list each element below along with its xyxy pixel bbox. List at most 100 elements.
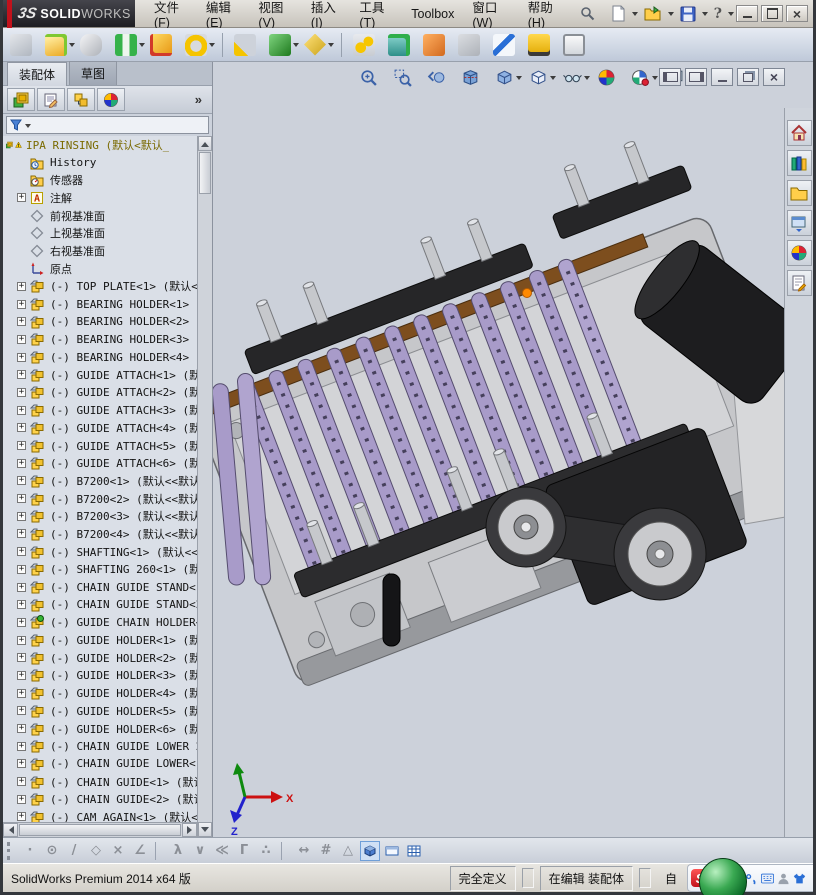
dock-right-child-button[interactable] <box>685 68 707 86</box>
assembly-features-icon[interactable] <box>268 33 302 57</box>
tree-item[interactable]: (-) BEARING HOLDER<1> ( <box>3 295 197 313</box>
expand-toggle[interactable] <box>17 617 26 627</box>
appearances-tab[interactable] <box>786 240 812 266</box>
tree-item[interactable]: (-) CHAIN GUIDE<2> (默认 <box>3 790 197 808</box>
interference-detection-icon[interactable] <box>527 33 561 57</box>
expand-toggle[interactable] <box>17 564 26 574</box>
exploded-view-icon[interactable] <box>422 33 456 57</box>
design-library-tab[interactable] <box>786 150 812 176</box>
open-document-icon[interactable] <box>642 5 664 22</box>
tree-item[interactable]: (-) GUIDE HOLDER<3> (默 <box>3 667 197 685</box>
expand-toggle[interactable] <box>17 812 26 822</box>
tree-horizontal-scrollbar[interactable] <box>3 822 197 837</box>
tree-item[interactable]: A 注解 <box>3 189 197 207</box>
view-orientation-icon[interactable] <box>494 67 525 88</box>
construction-points-tool-icon[interactable]: ∴ <box>256 841 276 861</box>
tree-item[interactable]: (-) B7200<1> (默认<<默认 <box>3 472 197 490</box>
tree-item[interactable]: (-) GUIDE ATTACH<1> (默 <box>3 366 197 384</box>
expand-toggle[interactable] <box>17 281 26 291</box>
expand-toggle[interactable] <box>17 334 26 344</box>
tree-item[interactable]: (-) CHAIN GUIDE LOWER 2 <box>3 737 197 755</box>
offset-tool-icon[interactable]: ≪ <box>212 841 232 861</box>
expand-toggle[interactable] <box>17 370 26 380</box>
tree-item[interactable]: 前视基准面 <box>3 207 197 225</box>
expand-toggle[interactable] <box>17 759 26 769</box>
show-hidden-components-icon[interactable] <box>387 33 421 57</box>
account-icon[interactable] <box>777 872 790 885</box>
expand-toggle[interactable] <box>17 317 26 327</box>
tree-item[interactable]: (-) TOP PLATE<1> (默认< <box>3 278 197 296</box>
tree-item[interactable]: 上视基准面 <box>3 224 197 242</box>
menu-item[interactable]: Toolbox <box>402 7 463 21</box>
tree-item[interactable]: (-) SHAFTING 260<1> (默 <box>3 561 197 579</box>
expand-toggle[interactable] <box>17 777 26 787</box>
screen-capture-icon[interactable] <box>562 33 596 57</box>
edit-appearance-icon[interactable] <box>596 67 627 88</box>
expand-toggle[interactable] <box>17 794 26 804</box>
expand-toggle[interactable] <box>17 529 26 539</box>
expand-toggle[interactable] <box>17 635 26 645</box>
tree-item[interactable]: (-) GUIDE HOLDER<2> (默 <box>3 649 197 667</box>
displaymanager-tab[interactable] <box>97 88 125 111</box>
grid-tool-icon[interactable]: # <box>316 841 336 861</box>
table-view-icon[interactable] <box>404 841 424 861</box>
skin-icon[interactable] <box>793 872 806 885</box>
maximize-window-button[interactable] <box>761 5 783 22</box>
open-document-caret[interactable] <box>667 12 674 19</box>
zoom-to-area-icon[interactable] <box>392 67 423 88</box>
tree-item[interactable]: (-) BEARING HOLDER<4> ( <box>3 348 197 366</box>
sep-icon[interactable] <box>341 32 348 57</box>
expand-toggle[interactable] <box>17 582 26 592</box>
tree-item[interactable]: (-) GUIDE HOLDER<6> (默 <box>3 720 197 738</box>
spline-tool-icon[interactable]: λ <box>168 841 188 861</box>
measure-icon[interactable] <box>492 33 526 57</box>
zoom-to-fit-icon[interactable] <box>358 67 389 88</box>
trim-tool-icon[interactable]: × <box>108 841 128 861</box>
tree-item[interactable]: (-) GUIDE ATTACH<4> (默 <box>3 419 197 437</box>
line-tool-icon[interactable]: / <box>64 841 84 861</box>
hscroll-thumb[interactable] <box>19 824 181 836</box>
explode-line-sketch-icon[interactable] <box>457 33 491 57</box>
expand-toggle[interactable] <box>17 547 26 557</box>
point-tool-icon[interactable]: · <box>20 841 40 861</box>
tree-item[interactable]: (-) B7200<3> (默认<<默认 <box>3 507 197 525</box>
sep-icon[interactable] <box>281 841 289 860</box>
graphics-viewport[interactable]: X Z <box>213 62 813 837</box>
tree-item[interactable]: (-) GUIDE ATTACH<5> (默 <box>3 437 197 455</box>
tree-item[interactable]: (-) GUIDE ATTACH<6> (默 <box>3 454 197 472</box>
restore-child-button[interactable] <box>737 68 759 86</box>
menu-item[interactable]: 窗口(W) <box>463 0 518 30</box>
tree-item[interactable]: (-) GUIDE ATTACH<2> (默 <box>3 384 197 402</box>
section-view-icon[interactable] <box>460 67 491 88</box>
motion-study-icon[interactable] <box>352 33 386 57</box>
close-window-button[interactable] <box>786 5 808 22</box>
minimize-child-button[interactable] <box>711 68 733 86</box>
document-tab[interactable]: 草图 <box>69 61 118 85</box>
scroll-down-button[interactable] <box>198 822 212 837</box>
expand-toggle[interactable] <box>17 423 26 433</box>
tree-item[interactable]: 原点 <box>3 260 197 278</box>
tree-item[interactable]: (-) GUIDE HOLDER<1> (默 <box>3 631 197 649</box>
expand-toggle[interactable] <box>17 494 26 504</box>
save-icon[interactable] <box>678 5 698 23</box>
expand-toggle[interactable] <box>17 299 26 309</box>
document-tab[interactable]: 装配体 <box>7 62 68 86</box>
polygon-tool-icon[interactable]: ◇ <box>86 841 106 861</box>
smart-fasteners-icon[interactable] <box>149 33 183 57</box>
expand-toggle[interactable] <box>17 653 26 663</box>
home-tab[interactable] <box>786 120 812 146</box>
tree-item[interactable]: (-) BEARING HOLDER<2> ( <box>3 313 197 331</box>
open-document-icon[interactable] <box>44 33 78 57</box>
save-caret[interactable] <box>701 12 708 19</box>
new-document-icon[interactable] <box>609 4 628 23</box>
tree-item[interactable]: (-) CHAIN GUIDE<1> (默认 <box>3 773 197 791</box>
menu-item[interactable]: 工具(T) <box>350 0 402 30</box>
mate-icon[interactable] <box>114 33 148 57</box>
expand-toggle[interactable] <box>17 724 26 734</box>
file-explorer-tab[interactable] <box>786 180 812 206</box>
tree-item[interactable]: (-) GUIDE HOLDER<4> (默 <box>3 684 197 702</box>
display-style-icon[interactable] <box>528 67 559 88</box>
sheet-view-icon[interactable] <box>382 841 402 861</box>
minimize-window-button[interactable] <box>736 5 758 22</box>
mirror-tool-icon[interactable]: ∨ <box>190 841 210 861</box>
